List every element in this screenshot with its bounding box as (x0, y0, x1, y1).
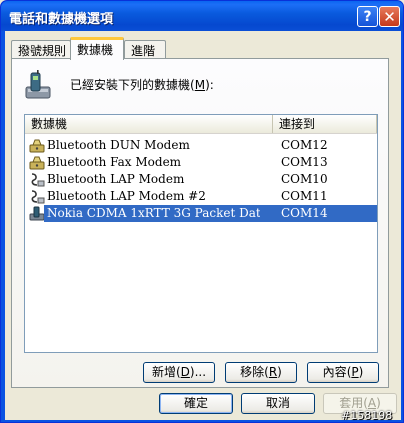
add-modem-button[interactable]: 新增(D)... (143, 362, 215, 383)
lap-modem-icon (31, 190, 45, 204)
bluetooth-modem-icon (29, 156, 45, 170)
dialog-client: 撥號規則 數據機 進階 已經安裝下列的數據機(M): 數據機 連接到 Bluet… (5, 31, 401, 420)
window-title: 電話和數據機選項 (9, 12, 114, 27)
tab-dialing-rules[interactable]: 撥號規則 (11, 40, 71, 58)
list-item[interactable]: Bluetooth DUN Modem COM12 (25, 137, 377, 154)
help-button[interactable]: ? (357, 6, 378, 27)
column-header-port[interactable]: 連接到 (273, 115, 377, 133)
phone-modem-icon (29, 206, 45, 221)
bluetooth-modem-icon (29, 139, 45, 153)
tab-advanced[interactable]: 進階 (124, 40, 166, 58)
modems-panel: 已經安裝下列的數據機(M): 數據機 連接到 Bluetooth DUN Mod… (11, 58, 389, 388)
list-item[interactable]: Bluetooth LAP Modem COM10 (25, 171, 377, 188)
list-header: 數據機 連接到 (25, 115, 377, 134)
modem-properties-button[interactable]: 內容(P) (307, 362, 379, 383)
column-header-modem[interactable]: 數據機 (25, 115, 273, 133)
remove-modem-button[interactable]: 移除(R) (225, 362, 297, 383)
list-item-selected[interactable]: Nokia CDMA 1xRTT 3G Packet Data Modem CO… (25, 205, 377, 222)
lap-modem-icon (31, 173, 45, 187)
ok-button[interactable]: 確定 (159, 393, 233, 414)
tab-modems[interactable]: 數據機 (70, 37, 124, 60)
cancel-button[interactable]: 取消 (241, 393, 315, 414)
phone-modem-icon (25, 70, 51, 99)
title-bar[interactable]: 電話和數據機選項 ? ✕ (1, 1, 403, 31)
watermark: #158198 (341, 409, 393, 422)
modem-list[interactable]: 數據機 連接到 Bluetooth DUN Modem COM12 Blueto… (24, 114, 378, 353)
dialog-window: 電話和數據機選項 ? ✕ 撥號規則 數據機 進階 已經安裝下列的數據機(M): … (0, 0, 404, 423)
list-item[interactable]: Bluetooth Fax Modem COM13 (25, 154, 377, 171)
installed-modems-label: 已經安裝下列的數據機(M): (70, 78, 214, 92)
list-item[interactable]: Bluetooth LAP Modem #2 COM11 (25, 188, 377, 205)
close-button[interactable]: ✕ (379, 6, 400, 27)
